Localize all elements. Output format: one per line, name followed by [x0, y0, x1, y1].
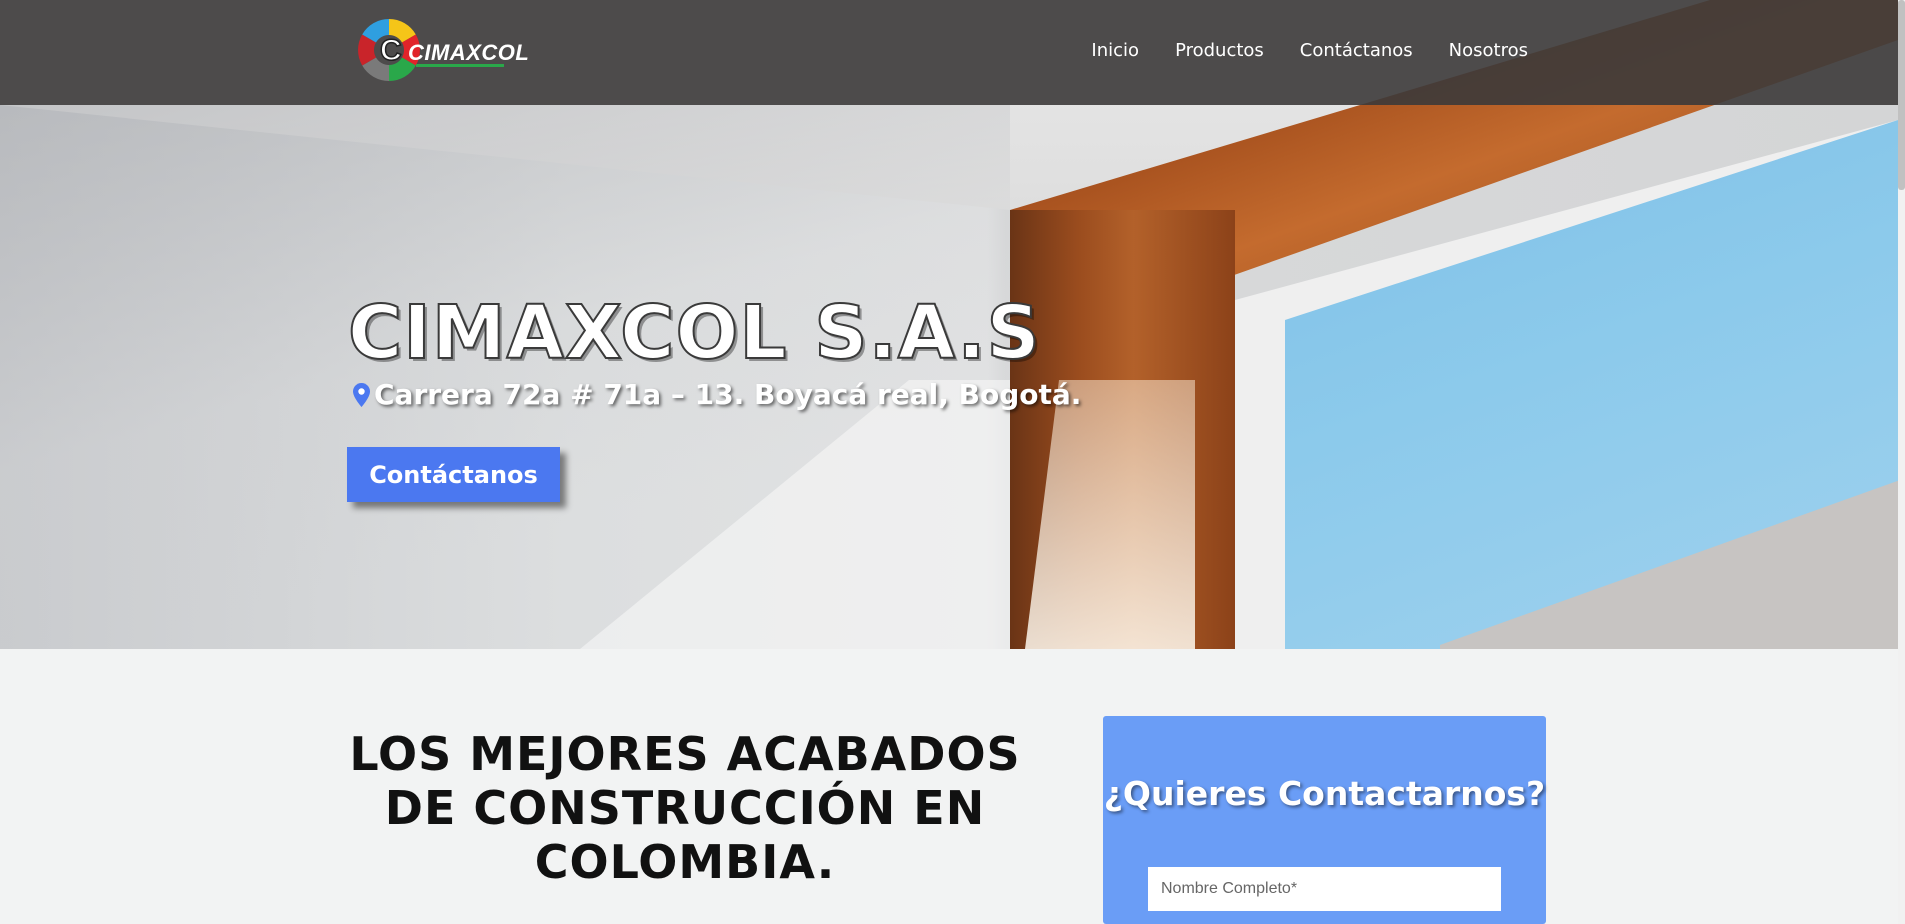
scrollbar-thumb[interactable] [1898, 0, 1905, 190]
svg-text:C: C [380, 34, 402, 67]
hero-address: Carrera 72a # 71a – 13. Boyacá real, Bog… [353, 378, 1081, 411]
location-pin-icon [353, 382, 370, 407]
main-menu: Inicio Productos Contáctanos Nosotros [1091, 40, 1528, 61]
logo-text: CIMAXCOL [408, 40, 530, 65]
nav-link-nosotros[interactable]: Nosotros [1449, 40, 1528, 61]
cimaxcol-logo[interactable]: C CIMAXCOL [356, 17, 529, 85]
nav-link-inicio[interactable]: Inicio [1091, 40, 1139, 61]
hero-title: CIMAXCOL S.A.S [347, 289, 1041, 377]
full-name-input[interactable] [1148, 867, 1501, 911]
contact-form-title: ¿Quieres Contactarnos? [1103, 774, 1546, 813]
section-headline: LOS MEJORES ACABADOS DE CONSTRUCCIÓN EN … [349, 727, 1021, 889]
nav-link-productos[interactable]: Productos [1175, 40, 1264, 61]
contact-form-card: ¿Quieres Contactarnos? [1103, 716, 1546, 924]
logo-underline [416, 64, 504, 67]
top-navbar: C CIMAXCOL Inicio Productos Contáctanos … [0, 0, 1898, 105]
contact-cta-button[interactable]: Contáctanos [347, 447, 560, 502]
hero-address-text: Carrera 72a # 71a – 13. Boyacá real, Bog… [374, 378, 1082, 411]
nav-link-contactanos[interactable]: Contáctanos [1300, 40, 1413, 61]
page-scrollbar[interactable] [1898, 0, 1905, 924]
